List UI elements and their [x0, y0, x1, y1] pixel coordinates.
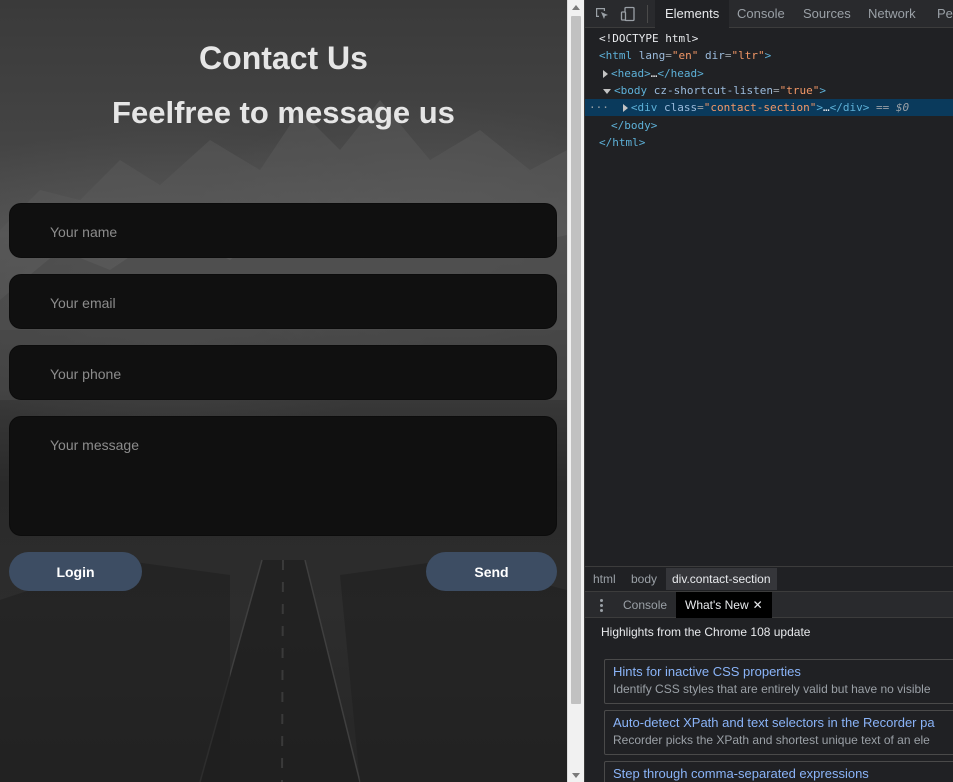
login-button[interactable]: Login [9, 552, 142, 591]
html-close-tag: </html> [599, 136, 646, 149]
whats-new-label: What's New [685, 598, 749, 612]
attr-value: "ltr" [731, 49, 765, 62]
selected-node-marker: == $0 [875, 101, 910, 114]
contact-section: Contact Us Feelfree to message us Your n… [0, 0, 567, 782]
whats-new-card[interactable]: Auto-detect XPath and text selectors in … [604, 710, 953, 755]
tab-sources[interactable]: Sources [793, 0, 861, 28]
dom-line-html[interactable]: <html lang="en" dir="ltr"> [585, 47, 953, 64]
page-scrollbar[interactable] [567, 0, 584, 782]
head-tag: <head> [611, 67, 651, 80]
page-title: Contact Us [199, 40, 368, 76]
devtools-tabbar: Elements Console Sources Network Per [585, 0, 953, 28]
tag-end: > [764, 49, 772, 62]
breadcrumb: html body div.contact-section [585, 566, 953, 590]
card-description: Identify CSS styles that are entirely va… [613, 682, 931, 696]
tab-performance[interactable]: Per [927, 0, 953, 28]
doctype-text: <!DOCTYPE html> [599, 32, 699, 45]
expand-triangle-icon[interactable] [603, 70, 608, 78]
attr-name: class [664, 101, 698, 114]
phone-placeholder: Your phone [50, 366, 122, 382]
devtools-panel: Elements Console Sources Network Per <!D… [584, 0, 953, 782]
device-toolbar-icon[interactable] [620, 6, 636, 22]
message-placeholder: Your message [50, 437, 139, 453]
breadcrumb-contact-section[interactable]: div.contact-section [666, 568, 777, 590]
page-viewport: Contact Us Feelfree to message us Your n… [0, 0, 567, 782]
head-close-tag: </head> [657, 67, 704, 80]
breadcrumb-body[interactable]: body [631, 572, 657, 586]
body-close-tag: </body> [611, 119, 658, 132]
collapse-triangle-icon[interactable] [603, 88, 611, 94]
close-icon[interactable]: ✕ [753, 598, 763, 612]
email-field[interactable]: Your email [9, 274, 557, 329]
page-subtitle: Feelfree to message us [112, 95, 455, 130]
drawer-tab-console[interactable]: Console [614, 592, 676, 618]
card-title-link[interactable]: Step through comma-separated expressions [613, 766, 953, 782]
dom-line-contact-section[interactable]: ··· <div class="contact-section">…</div> … [585, 99, 953, 116]
tab-console[interactable]: Console [727, 0, 795, 28]
attr-name: lang [638, 49, 666, 62]
inspect-element-icon[interactable] [594, 6, 610, 22]
scrollbar-thumb[interactable] [571, 16, 581, 704]
scroll-up-arrow-icon[interactable] [572, 5, 580, 10]
dom-line-body-close[interactable]: </body> [585, 117, 953, 134]
toolbar-divider [647, 5, 648, 23]
card-title-link[interactable]: Auto-detect XPath and text selectors in … [613, 715, 953, 733]
drawer-tab-whats-new[interactable]: What's New ✕ [676, 592, 772, 618]
attr-value: "true" [779, 84, 820, 97]
drawer-tabbar: Console What's New ✕ [585, 591, 953, 618]
tab-elements[interactable]: Elements [655, 0, 730, 28]
name-placeholder: Your name [50, 224, 118, 240]
attr-value: "contact-section" [703, 101, 817, 114]
phone-field[interactable]: Your phone [9, 345, 557, 400]
body-tag: <body [614, 84, 648, 97]
tag-end: > [819, 84, 826, 97]
tag-end: > [816, 101, 823, 114]
attr-name: dir [705, 49, 725, 62]
dom-line-doctype[interactable]: <!DOCTYPE html> [585, 30, 953, 47]
div-tag: <div [630, 101, 658, 114]
dom-line-html-close[interactable]: </html> [585, 134, 953, 151]
scroll-down-arrow-icon[interactable] [572, 773, 580, 778]
breadcrumb-html[interactable]: html [593, 572, 616, 586]
dom-line-head[interactable]: <head>…</head> [585, 65, 953, 82]
attr-name: cz-shortcut-listen [653, 84, 773, 97]
whats-new-card[interactable]: Hints for inactive CSS properties Identi… [604, 659, 953, 704]
whats-new-panel: Highlights from the Chrome 108 update Hi… [585, 619, 953, 782]
attr-value: "en" [671, 49, 699, 62]
message-textarea[interactable]: Your message [9, 416, 557, 536]
dom-tree: <!DOCTYPE html> <html lang="en" dir="ltr… [585, 30, 953, 566]
name-field[interactable]: Your name [9, 203, 557, 258]
expand-triangle-icon[interactable] [622, 104, 628, 112]
kebab-menu-icon[interactable] [600, 599, 603, 612]
row-actions-dots[interactable]: ··· [589, 101, 609, 114]
ellipsis: … [822, 101, 830, 114]
email-placeholder: Your email [50, 295, 116, 311]
send-button[interactable]: Send [426, 552, 557, 591]
tab-network[interactable]: Network [858, 0, 926, 28]
card-description: Recorder picks the XPath and shortest un… [613, 733, 930, 747]
whats-new-heading: Highlights from the Chrome 108 update [601, 625, 811, 639]
dom-line-body[interactable]: <body cz-shortcut-listen="true"> [585, 82, 953, 99]
whats-new-card[interactable]: Step through comma-separated expressions [604, 761, 953, 782]
card-title-link[interactable]: Hints for inactive CSS properties [613, 664, 953, 682]
html-tag: <html [599, 49, 633, 62]
div-close-tag: </div> [829, 101, 870, 114]
